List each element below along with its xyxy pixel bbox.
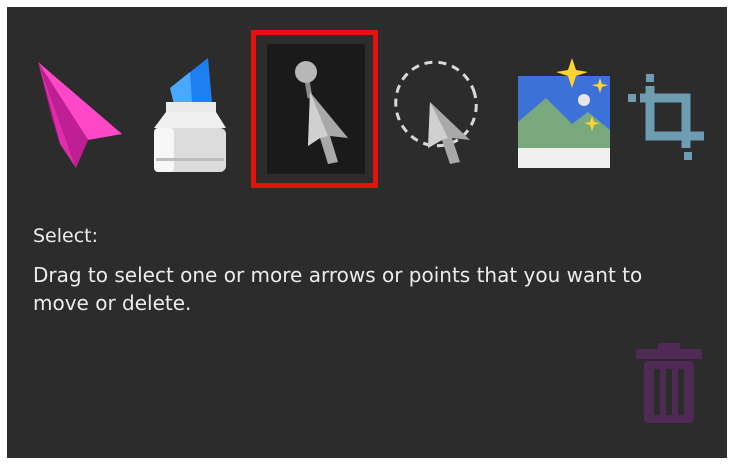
- lasso-select-icon: [394, 60, 478, 164]
- crop-tool[interactable]: [624, 74, 714, 164]
- image-tool[interactable]: [516, 58, 614, 170]
- image-icon: [518, 58, 610, 168]
- paper-plane-tool[interactable]: [36, 62, 124, 172]
- select-arrow-tool[interactable]: [290, 58, 354, 168]
- select-arrow-icon: [295, 61, 348, 164]
- tool-description-title: Select:: [33, 225, 99, 247]
- crop-icon: [628, 74, 704, 160]
- highlighter-icon: [154, 58, 226, 172]
- highlighter-tool[interactable]: [146, 58, 232, 176]
- delete-button[interactable]: [632, 343, 706, 430]
- tool-description-body: Drag to select one or more arrows or poi…: [33, 263, 643, 315]
- lasso-select-tool[interactable]: [382, 58, 480, 168]
- trash-icon: [636, 343, 702, 423]
- paper-plane-icon: [38, 62, 122, 168]
